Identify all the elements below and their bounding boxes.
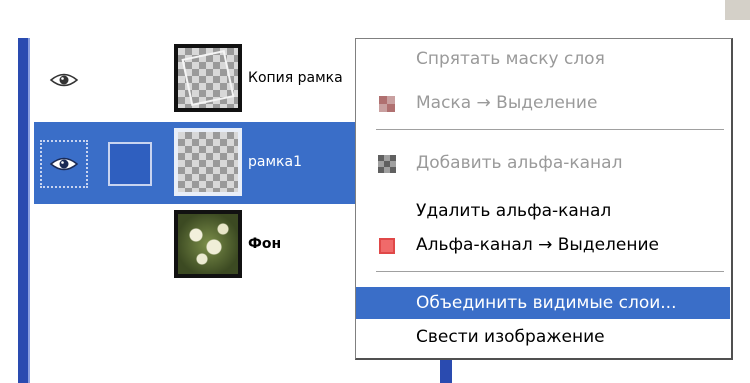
layer-name[interactable]: Копия рамка xyxy=(248,70,343,86)
visibility-toggle[interactable] xyxy=(40,56,88,104)
menu-separator xyxy=(376,129,724,131)
layer-name[interactable]: рамка1 xyxy=(248,154,302,170)
alpha-to-selection-icon xyxy=(379,238,395,254)
mask-to-selection-icon xyxy=(379,96,395,112)
menu-item-remove-alpha-channel[interactable]: Удалить альфа-канал xyxy=(356,195,730,227)
layer-row-ramka1[interactable]: рамка1 xyxy=(34,122,364,204)
menu-item-label: Удалить альфа-канал xyxy=(416,201,612,221)
menu-item-label: Альфа-канал → Выделение xyxy=(416,235,659,255)
menu-item-mask-to-selection[interactable]: Маска → Выделение xyxy=(356,87,730,119)
menu-item-add-alpha-channel[interactable]: Добавить альфа-канал xyxy=(356,147,730,179)
menu-item-flatten-image[interactable]: Свести изображение xyxy=(356,321,730,353)
chain-toggle[interactable] xyxy=(108,58,152,102)
layer-thumbnail xyxy=(174,44,242,112)
layer-context-menu: Спрятать маску слоя Маска → Выделение До… xyxy=(355,38,733,360)
menu-item-merge-visible-layers[interactable]: Объединить видимые слои... xyxy=(356,287,730,319)
menu-item-hide-layer-mask[interactable]: Спрятать маску слоя xyxy=(356,43,730,75)
layers-list: Копия рамка рамка1 Фон xyxy=(34,38,364,383)
menu-separator xyxy=(376,271,724,273)
menu-item-alpha-to-selection[interactable]: Альфа-канал → Выделение xyxy=(356,229,730,261)
eye-icon xyxy=(49,73,79,87)
menu-item-label: Объединить видимые слои... xyxy=(416,293,677,313)
layer-thumbnail xyxy=(174,128,242,196)
menu-item-label: Добавить альфа-канал xyxy=(416,153,623,173)
chain-toggle[interactable] xyxy=(108,142,152,186)
window-corner xyxy=(725,0,750,20)
visibility-toggle[interactable] xyxy=(40,140,88,188)
layer-row-fon[interactable]: Фон xyxy=(34,204,364,286)
menu-item-label: Свести изображение xyxy=(416,327,605,347)
layer-name[interactable]: Фон xyxy=(248,236,281,252)
layer-thumbnail xyxy=(174,210,242,278)
frame-outline xyxy=(181,49,235,107)
chain-toggle[interactable] xyxy=(108,224,152,268)
panel-left-border xyxy=(18,38,28,383)
eye-icon xyxy=(49,157,79,171)
menu-item-label: Спрятать маску слоя xyxy=(416,49,605,69)
layer-row-kopiya-ramka[interactable]: Копия рамка xyxy=(34,38,364,120)
add-alpha-icon xyxy=(378,155,396,173)
visibility-toggle[interactable] xyxy=(40,222,88,270)
menu-item-label: Маска → Выделение xyxy=(416,93,598,113)
